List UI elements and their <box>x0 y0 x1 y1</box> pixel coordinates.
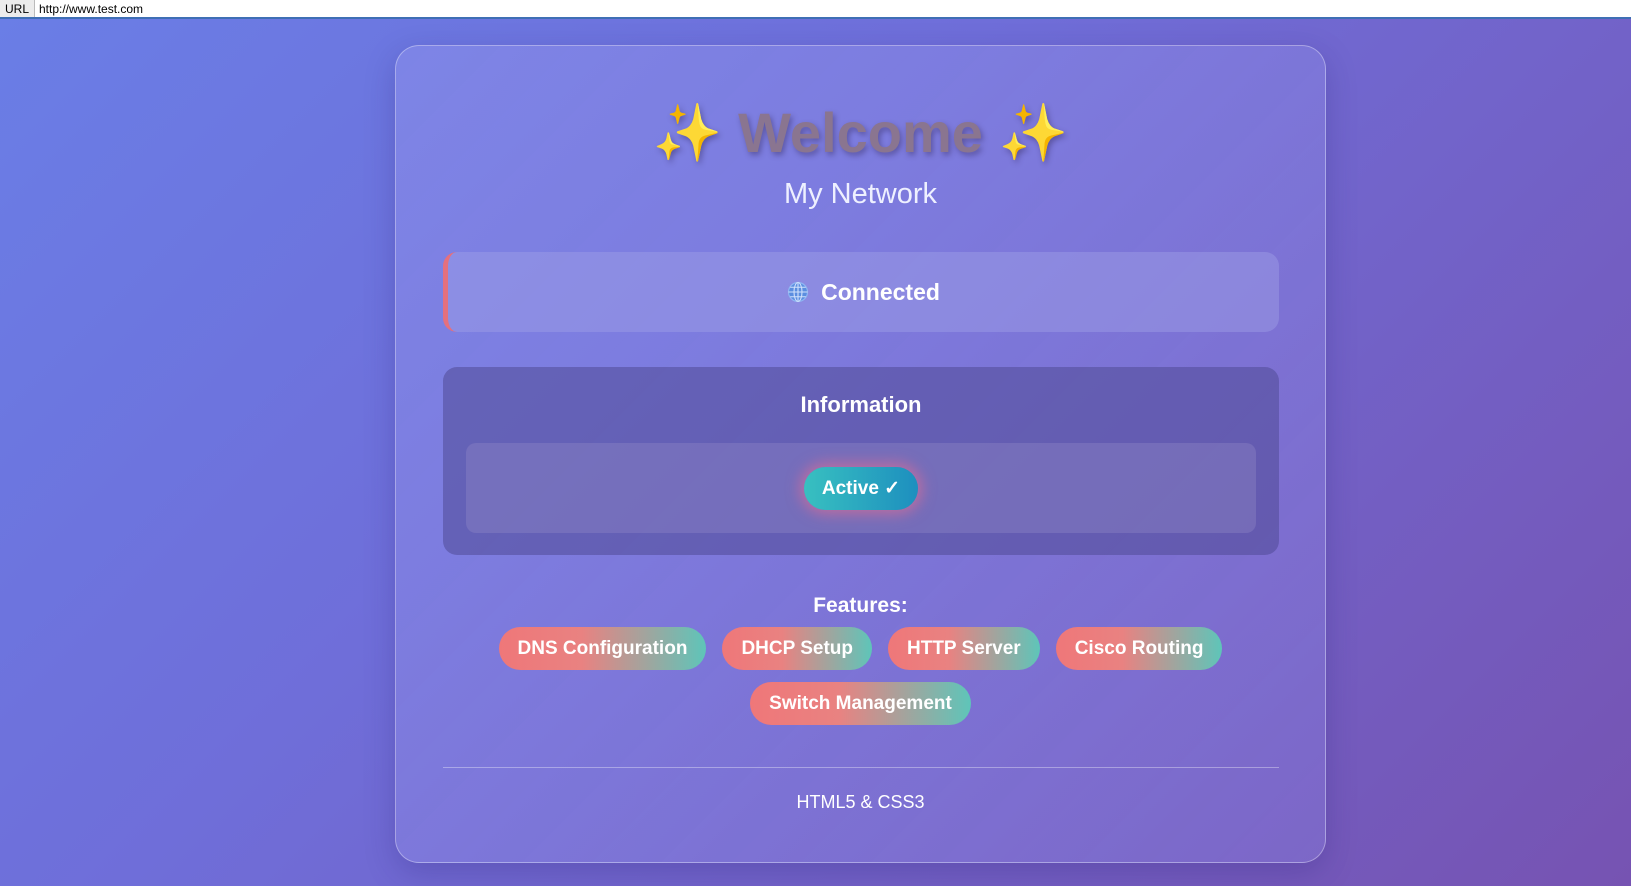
page-title: ✨ Welcome ✨ <box>396 98 1325 168</box>
url-label: URL <box>0 0 35 17</box>
information-title: Information <box>800 392 922 417</box>
information-content: Active ✓ <box>466 443 1256 533</box>
address-bar: URL <box>0 0 1631 19</box>
globe-icon <box>787 281 809 303</box>
sparkles-icon: ✨ <box>652 101 723 164</box>
active-status-badge: Active ✓ <box>803 466 919 510</box>
features-list-second-row: Switch Management <box>396 682 1325 725</box>
feature-tag-switch: Switch Management <box>750 682 971 725</box>
features-heading: Features: <box>813 594 908 617</box>
url-input[interactable] <box>35 1 1619 16</box>
feature-tag-dhcp: DHCP Setup <box>722 627 872 670</box>
connection-status: Connected <box>443 252 1279 332</box>
feature-tag-http: HTTP Server <box>888 627 1040 670</box>
status-text: Connected <box>821 278 940 305</box>
footer-divider <box>443 767 1279 768</box>
features-list: DNS Configuration DHCP Setup HTTP Server… <box>396 627 1325 670</box>
sparkles-icon: ✨ <box>998 101 1069 164</box>
feature-tag-cisco: Cisco Routing <box>1055 627 1223 670</box>
footer-text: HTML5 & CSS3 <box>796 792 925 812</box>
network-name: My Network <box>783 178 938 210</box>
title-text: Welcome <box>738 101 983 164</box>
information-panel: Information Active ✓ <box>443 367 1279 555</box>
feature-tag-dns: DNS Configuration <box>498 627 707 670</box>
welcome-card: ✨ Welcome ✨ My Network Connected Informa… <box>395 45 1326 863</box>
